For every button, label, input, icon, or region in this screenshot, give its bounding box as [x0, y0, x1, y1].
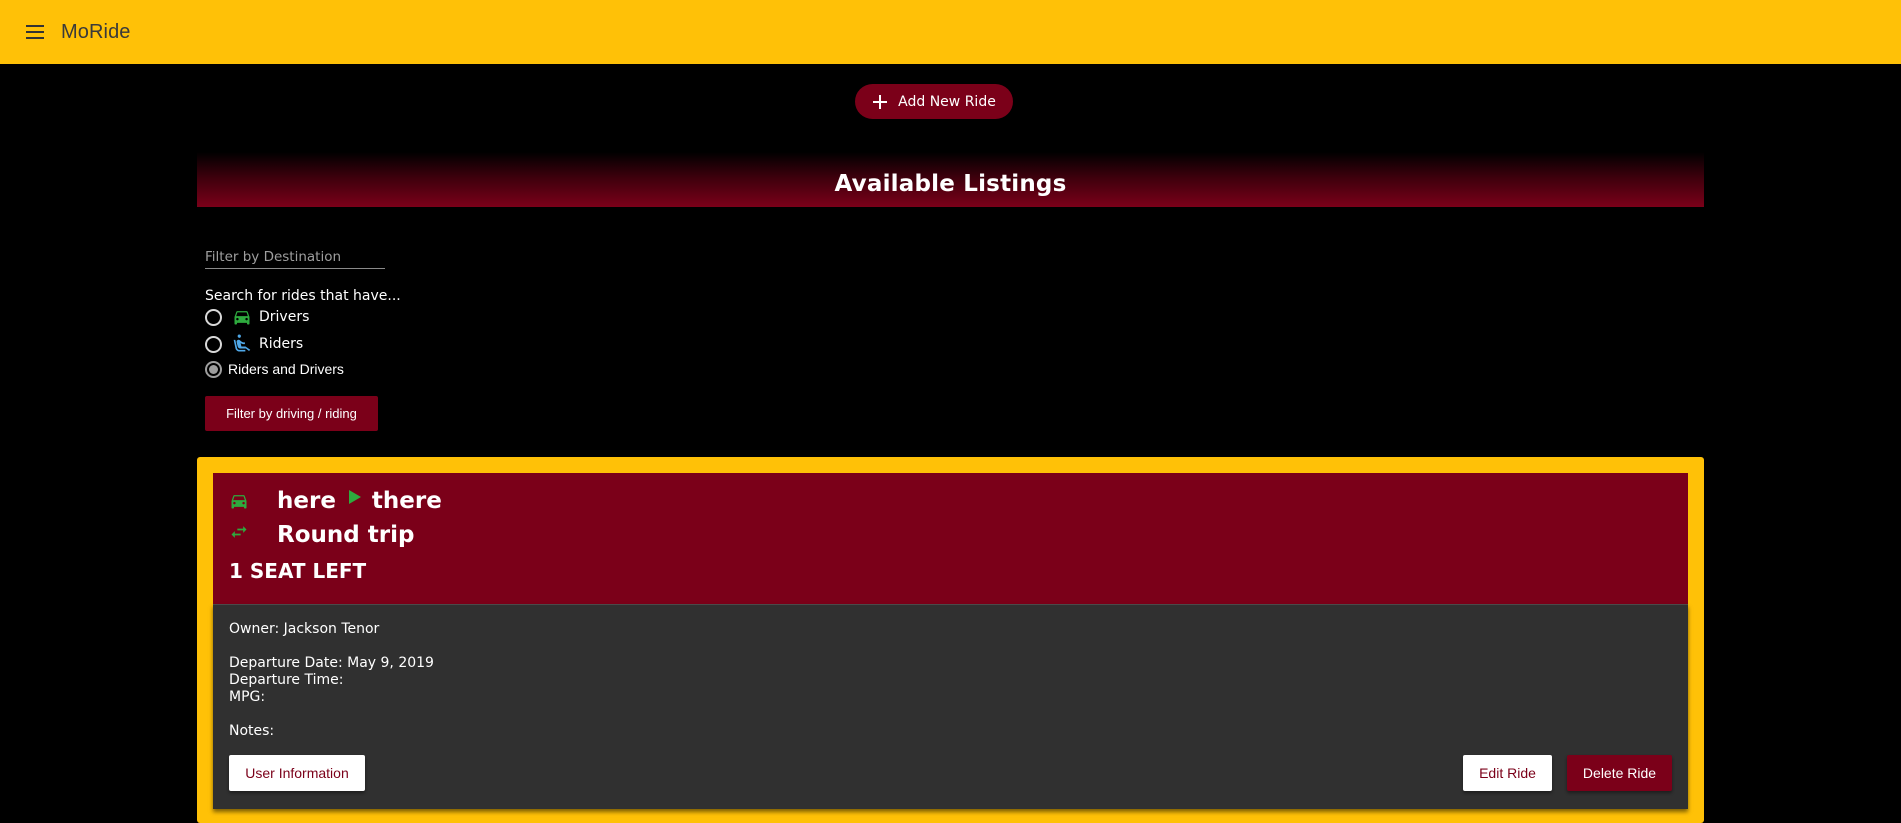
seated-person-icon — [233, 334, 251, 352]
ride-owner: Owner: Jackson Tenor — [229, 621, 380, 637]
radio-button[interactable] — [205, 308, 222, 326]
menu-icon[interactable] — [23, 20, 47, 44]
route-row: here there — [229, 488, 442, 514]
app-bar: MoRide — [0, 0, 1901, 64]
page-title: Available Listings — [834, 171, 1067, 197]
notes: Notes: — [229, 723, 275, 739]
ride-origin: here — [277, 488, 336, 514]
destination-filter — [205, 246, 385, 269]
radio-option-riders[interactable]: Riders — [205, 332, 303, 356]
add-new-ride-label: Add New Ride — [898, 93, 996, 110]
app-title: MoRide — [61, 20, 131, 43]
play-arrow-icon — [348, 490, 361, 504]
destination-filter-input[interactable] — [205, 246, 385, 269]
departure-date: Departure Date: May 9, 2019 — [229, 655, 434, 671]
car-icon — [231, 495, 247, 509]
radio-option-drivers[interactable]: Drivers — [205, 305, 309, 329]
radio-label-riders-and-drivers: Riders and Drivers — [228, 361, 344, 377]
car-icon — [234, 311, 250, 325]
departure-time: Departure Time: — [229, 672, 344, 688]
ride-listing-card: here there Round trip 1 SEAT LEFT Owner:… — [197, 457, 1704, 823]
delete-ride-button[interactable]: Delete Ride — [1567, 755, 1672, 791]
add-new-ride-button[interactable]: Add New Ride — [855, 84, 1013, 119]
ride-destination: there — [371, 488, 442, 514]
edit-ride-button[interactable]: Edit Ride — [1463, 755, 1552, 791]
trip-type-row: Round trip — [229, 522, 414, 548]
seats-row: 1 SEAT LEFT — [229, 559, 366, 583]
search-label: Search for rides that have... — [205, 288, 401, 304]
trip-type: Round trip — [277, 522, 415, 548]
radio-label-drivers: Drivers — [259, 309, 310, 325]
ride-card: here there Round trip 1 SEAT LEFT Owner:… — [213, 473, 1688, 823]
seats-left: 1 SEAT LEFT — [229, 559, 367, 583]
listings-header: Available Listings — [197, 152, 1704, 207]
radio-button-selected[interactable] — [205, 360, 222, 378]
radio-option-riders-and-drivers[interactable]: Riders and Drivers — [205, 357, 344, 381]
filter-driving-riding-button[interactable]: Filter by driving / riding — [205, 396, 378, 431]
plus-icon — [873, 94, 888, 109]
ride-card-header: here there Round trip 1 SEAT LEFT — [213, 473, 1688, 604]
mpg: MPG: — [229, 689, 266, 705]
swap-arrows-icon — [231, 526, 247, 538]
radio-button[interactable] — [205, 335, 222, 353]
user-information-button[interactable]: User Information — [229, 755, 365, 791]
radio-label-riders: Riders — [259, 336, 304, 352]
ride-card-details: Owner: Jackson Tenor Departure Date: May… — [213, 604, 1688, 809]
